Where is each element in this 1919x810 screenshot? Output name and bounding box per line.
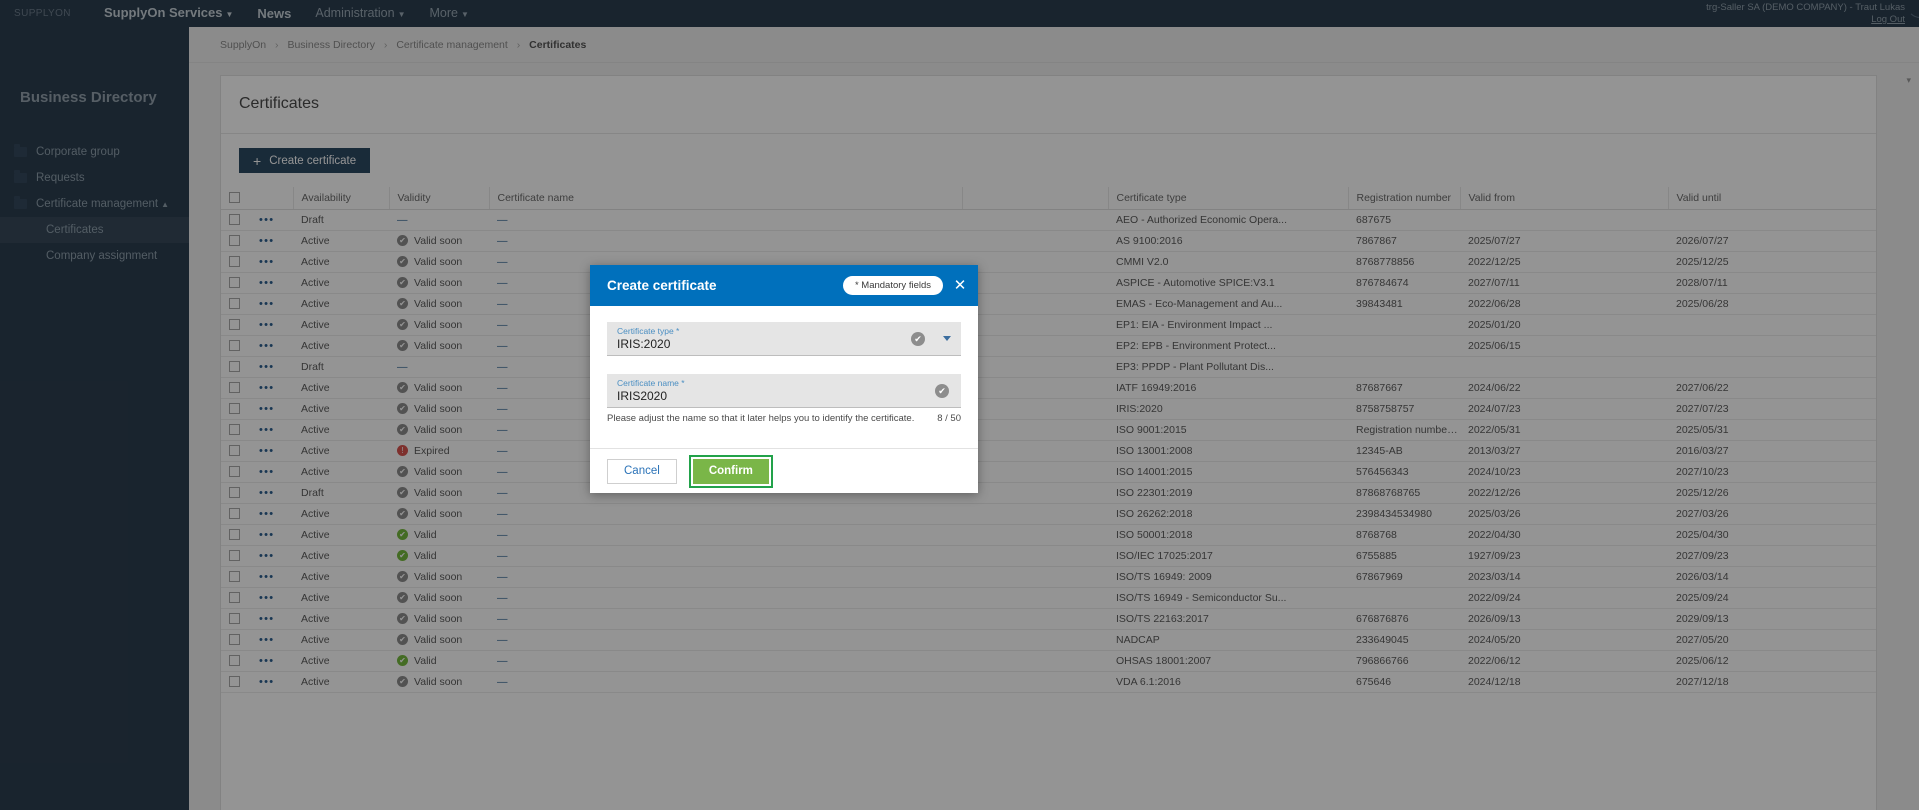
certificate-name-value: IRIS2020	[617, 389, 668, 403]
dialog-footer: Cancel Confirm	[590, 448, 978, 493]
app-root: SUPPLYON SupplyOn Services ▼ News Adminis…	[0, 0, 1919, 810]
close-icon[interactable]: ✕	[953, 278, 967, 293]
character-counter: 8 / 50	[937, 413, 961, 424]
create-certificate-dialog: Create certificate * Mandatory fields ✕ …	[590, 265, 978, 493]
confirm-button-focus-ring: Confirm	[688, 454, 773, 488]
valid-check-icon: ✔	[911, 332, 925, 346]
dropdown-arrow-icon[interactable]	[943, 336, 951, 341]
mandatory-fields-note: * Mandatory fields	[842, 276, 943, 295]
certificate-type-field[interactable]: Certificate type * IRIS:2020 ✔	[607, 322, 961, 356]
cancel-button[interactable]: Cancel	[607, 458, 677, 484]
certificate-type-value: IRIS:2020	[617, 337, 671, 351]
helper-row: Please adjust the name so that it later …	[607, 413, 961, 424]
certificate-name-label: Certificate name *	[617, 378, 685, 388]
valid-check-icon: ✔	[935, 384, 949, 398]
helper-text: Please adjust the name so that it later …	[607, 413, 915, 424]
dialog-body: Certificate type * IRIS:2020 ✔ Certifica…	[590, 306, 978, 424]
dialog-title: Create certificate	[607, 278, 717, 293]
certificate-name-field[interactable]: Certificate name * IRIS2020 ✔	[607, 374, 961, 408]
dialog-header: Create certificate * Mandatory fields ✕	[590, 265, 978, 306]
certificate-type-label: Certificate type *	[617, 326, 680, 336]
confirm-button[interactable]: Confirm	[692, 458, 769, 484]
